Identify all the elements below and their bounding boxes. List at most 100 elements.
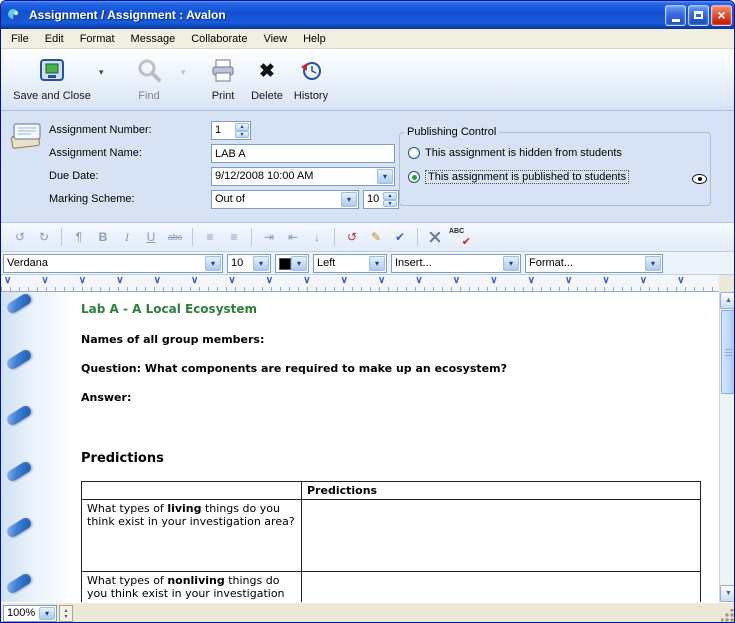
ruler-markers[interactable]: ∨ ∨ ∨ ∨ ∨ ∨ ∨ ∨ ∨ ∨ ∨ ∨ ∨ ∨ ∨ ∨ ∨ ∨ ∨ <box>1 275 719 292</box>
ruler-tab-marker[interactable]: ∨ <box>677 275 684 287</box>
ruler-tab-marker[interactable]: ∨ <box>602 275 609 287</box>
menu-format[interactable]: Format <box>72 30 123 48</box>
combo-arrow-icon[interactable]: ▾ <box>645 256 661 271</box>
bold-button[interactable]: B <box>92 227 114 247</box>
toolbar-separator <box>417 228 418 246</box>
marking-scheme-select[interactable]: Out of ▾ <box>211 190 359 209</box>
due-date-select[interactable]: 9/12/2008 10:00 AM ▾ <box>211 167 395 186</box>
find-button[interactable]: Find <box>123 55 175 102</box>
close-button[interactable]: × <box>711 5 732 26</box>
toolbar-separator <box>334 228 335 246</box>
menu-collaborate[interactable]: Collaborate <box>183 30 255 48</box>
paragraph-button[interactable]: ¶ <box>68 227 90 247</box>
font-color-select[interactable]: ▾ <box>275 254 309 273</box>
maximize-button[interactable] <box>688 5 709 26</box>
ruler-tab-marker[interactable]: ∨ <box>191 275 198 287</box>
combo-arrow-icon[interactable]: ▾ <box>341 192 357 207</box>
scroll-down-button[interactable]: ▼ <box>720 585 735 602</box>
title-bar[interactable]: Assignment / Assignment : Avalon × <box>1 1 735 29</box>
menu-view[interactable]: View <box>255 30 295 48</box>
indent-button[interactable]: ⇥ <box>258 227 280 247</box>
document-editor[interactable]: Lab A - A Local Ecosystem Names of all g… <box>1 292 735 602</box>
radio-unselected-icon[interactable] <box>408 147 420 159</box>
table-answer-cell[interactable] <box>302 572 701 603</box>
combo-arrow-icon[interactable]: ▾ <box>205 256 221 271</box>
radio-published-option[interactable]: This assignment is published to students <box>408 170 629 184</box>
combo-arrow-icon[interactable]: ▾ <box>369 256 385 271</box>
status-splitter[interactable]: ▴ ▾ <box>59 605 73 622</box>
ruler-tab-marker[interactable]: ∨ <box>453 275 460 287</box>
radio-selected-icon[interactable] <box>408 171 420 183</box>
line-spacing-button[interactable]: ≡ <box>199 227 221 247</box>
question-bold: living <box>167 502 201 515</box>
tools-button[interactable] <box>424 227 446 247</box>
spin-down-icon[interactable]: ▾ <box>235 131 249 139</box>
ruler-tab-marker[interactable]: ∨ <box>528 275 535 287</box>
menu-edit[interactable]: Edit <box>37 30 72 48</box>
ruler-tab-marker[interactable]: ∨ <box>228 275 235 287</box>
combo-arrow-icon[interactable]: ▾ <box>291 256 307 271</box>
ruler-tab-marker[interactable]: ∨ <box>79 275 86 287</box>
font-family-select[interactable]: Verdana ▾ <box>3 254 223 273</box>
revert-button[interactable]: ↺ <box>341 227 363 247</box>
save-and-close-button[interactable]: Save and Close <box>9 55 95 102</box>
formatting-toolbar: ↺ ↻ ¶ B I U abc ≡ ≡ ⇥ ⇤ ↓ ↺ ✎ ✔ ABC ✔ <box>1 223 735 252</box>
ruler-tab-marker[interactable]: ∨ <box>116 275 123 287</box>
menu-help[interactable]: Help <box>295 30 334 48</box>
delete-button[interactable]: ✖ Delete <box>247 55 287 102</box>
redo-button[interactable]: ↻ <box>33 227 55 247</box>
ruler-tab-marker[interactable]: ∨ <box>341 275 348 287</box>
ruler-tab-marker[interactable]: ∨ <box>378 275 385 287</box>
assignment-name-input[interactable] <box>211 144 395 163</box>
history-button[interactable]: History <box>289 55 333 102</box>
spin-up-icon[interactable]: ▴ <box>235 123 249 131</box>
ruler-tab-marker[interactable]: ∨ <box>266 275 273 287</box>
insert-select[interactable]: Insert... ▾ <box>391 254 521 273</box>
ruler-tab-marker[interactable]: ∨ <box>303 275 310 287</box>
combo-arrow-icon[interactable]: ▾ <box>503 256 519 271</box>
font-size-select[interactable]: 10 ▾ <box>227 254 271 273</box>
alignment-select[interactable]: Left ▾ <box>313 254 387 273</box>
radio-hidden-option[interactable]: This assignment is hidden from students <box>408 147 622 159</box>
ruler-tab-marker[interactable]: ∨ <box>565 275 572 287</box>
menu-message[interactable]: Message <box>123 30 184 48</box>
marking-points-spinner[interactable]: 10 ▴ ▾ <box>363 190 399 209</box>
strikethrough-button[interactable]: abc <box>164 227 186 247</box>
vertical-scrollbar[interactable]: ▲ ▼ <box>719 292 735 602</box>
assignment-number-spinner[interactable]: 1 ▴ ▾ <box>211 121 251 140</box>
ruler-tab-marker[interactable]: ∨ <box>415 275 422 287</box>
combo-arrow-icon[interactable]: ▾ <box>377 169 393 184</box>
color-swatch <box>279 258 291 270</box>
minimize-button[interactable] <box>665 5 686 26</box>
combo-arrow-icon[interactable]: ▾ <box>39 607 55 620</box>
document-content[interactable]: Lab A - A Local Ecosystem Names of all g… <box>81 302 703 602</box>
scroll-up-button[interactable]: ▲ <box>720 292 735 309</box>
accept-changes-button[interactable]: ✔ <box>389 227 411 247</box>
table-answer-cell[interactable] <box>302 500 701 572</box>
ruler-tab-marker[interactable]: ∨ <box>640 275 647 287</box>
combo-arrow-icon[interactable]: ▾ <box>253 256 269 271</box>
undo-button[interactable]: ↺ <box>9 227 31 247</box>
menu-file[interactable]: File <box>3 30 37 48</box>
spin-down-icon[interactable]: ▾ <box>383 200 397 208</box>
edit-pencil-button[interactable]: ✎ <box>365 227 387 247</box>
underline-button[interactable]: U <box>140 227 162 247</box>
print-button[interactable]: Print <box>203 55 243 102</box>
move-down-button[interactable]: ↓ <box>306 227 328 247</box>
resize-grip[interactable] <box>721 609 734 622</box>
list-button[interactable]: ≡ <box>223 227 245 247</box>
save-dropdown-arrow-icon[interactable]: ▾ <box>99 67 104 78</box>
scrollbar-thumb[interactable] <box>721 310 735 394</box>
spellcheck-button[interactable]: ABC ✔ <box>448 227 470 247</box>
outdent-button[interactable]: ⇤ <box>282 227 304 247</box>
delete-icon: ✖ <box>259 62 275 81</box>
find-dropdown-arrow-icon[interactable]: ▾ <box>181 67 186 78</box>
ruler-tab-marker[interactable]: ∨ <box>154 275 161 287</box>
ruler-tab-marker[interactable]: ∨ <box>490 275 497 287</box>
italic-button[interactable]: I <box>116 227 138 247</box>
spin-up-icon[interactable]: ▴ <box>383 192 397 200</box>
format-select[interactable]: Format... ▾ <box>525 254 663 273</box>
zoom-select[interactable]: 100% ▾ <box>3 605 57 622</box>
ruler-tab-marker[interactable]: ∨ <box>41 275 48 287</box>
ruler-tab-marker[interactable]: ∨ <box>4 275 11 287</box>
